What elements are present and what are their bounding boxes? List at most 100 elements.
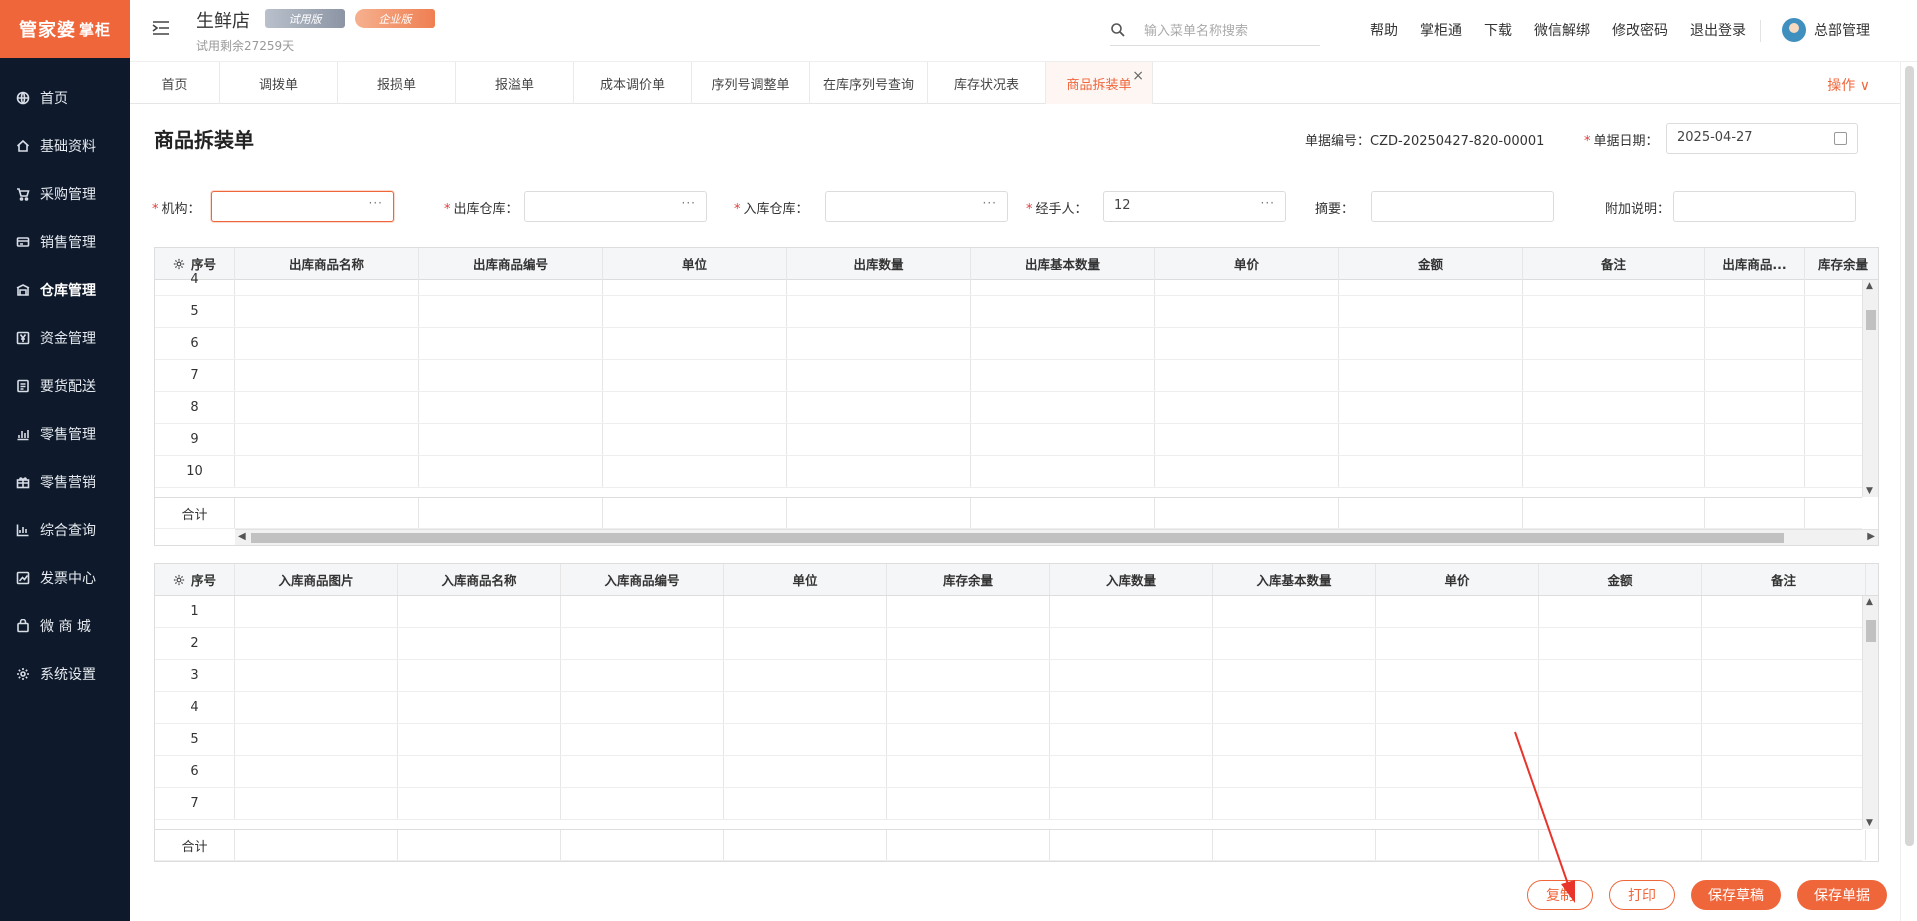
operations-menu[interactable]: 操作 ∨ (1827, 75, 1870, 95)
table-row[interactable]: 9 (155, 424, 1862, 456)
column-header[interactable]: 金额 (1539, 564, 1702, 595)
page-scroll-thumb[interactable] (1905, 66, 1914, 846)
out-warehouse-picker-icon[interactable]: ··· (682, 196, 696, 210)
table-cell[interactable] (1705, 328, 1805, 359)
table-cell[interactable] (235, 660, 398, 691)
table-cell[interactable] (1339, 264, 1523, 295)
table-cell[interactable] (1339, 296, 1523, 327)
table-cell[interactable] (603, 328, 787, 359)
app-logo[interactable]: 管家婆 掌柜 (0, 0, 130, 58)
table-cell[interactable] (1339, 456, 1523, 487)
vertical-scrollbar[interactable]: ▲ ▼ (1862, 280, 1878, 497)
table-cell[interactable] (398, 756, 561, 787)
sidebar-item-4[interactable]: 仓库管理 (0, 266, 130, 314)
table-cell[interactable] (724, 756, 887, 787)
table-cell[interactable] (1339, 360, 1523, 391)
table-cell[interactable] (971, 296, 1155, 327)
table-cell[interactable] (1213, 788, 1376, 819)
table-cell[interactable] (1705, 264, 1805, 295)
table-row[interactable]: 7 (155, 788, 1866, 820)
table-cell[interactable] (419, 456, 603, 487)
table-cell[interactable] (1213, 596, 1376, 627)
table-cell[interactable] (1702, 628, 1866, 659)
table-cell[interactable] (724, 660, 887, 691)
table-cell[interactable] (561, 660, 724, 691)
table-cell[interactable] (1539, 724, 1702, 755)
table-cell[interactable] (398, 596, 561, 627)
table-cell[interactable] (398, 628, 561, 659)
table-cell[interactable] (235, 596, 398, 627)
table-cell[interactable] (1705, 360, 1805, 391)
tab-3[interactable]: 报溢单 (456, 62, 574, 104)
table-cell[interactable] (419, 424, 603, 455)
table-cell[interactable] (1213, 724, 1376, 755)
save-draft-button[interactable]: 保存草稿 (1691, 880, 1781, 910)
column-header[interactable]: 单位 (724, 564, 887, 595)
sidebar-item-1[interactable]: 基础资料 (0, 122, 130, 170)
scroll-left-icon[interactable]: ◀ (238, 531, 246, 542)
tab-7[interactable]: 库存状况表 (928, 62, 1046, 104)
table-cell[interactable] (1539, 660, 1702, 691)
table-cell[interactable] (235, 628, 398, 659)
table-cell[interactable] (1050, 724, 1213, 755)
column-header[interactable]: 备注 (1702, 564, 1866, 595)
table-cell[interactable] (398, 724, 561, 755)
table-cell[interactable] (1376, 692, 1539, 723)
tab-6[interactable]: 在库序列号查询 (810, 62, 928, 104)
sidebar-item-2[interactable]: 采购管理 (0, 170, 130, 218)
table-cell[interactable] (1339, 424, 1523, 455)
table-cell[interactable] (398, 692, 561, 723)
table-row[interactable]: 8 (155, 392, 1862, 424)
column-header[interactable]: 入库商品编号 (561, 564, 724, 595)
table-cell[interactable] (1213, 660, 1376, 691)
table-cell[interactable] (235, 264, 419, 295)
table-cell[interactable] (1705, 296, 1805, 327)
copy-button[interactable]: 复制 (1527, 880, 1593, 910)
column-settings-icon[interactable] (173, 574, 185, 586)
search-input[interactable] (1144, 20, 1314, 42)
tab-2[interactable]: 报损单 (338, 62, 456, 104)
in-warehouse-picker-icon[interactable]: ··· (983, 196, 997, 210)
table-cell[interactable] (887, 660, 1050, 691)
sidebar-item-5[interactable]: 资金管理 (0, 314, 130, 362)
table-cell[interactable] (1339, 328, 1523, 359)
table-cell[interactable] (1705, 392, 1805, 423)
page-scrollbar[interactable] (1900, 62, 1917, 921)
table-cell[interactable] (1523, 328, 1705, 359)
table-cell[interactable] (603, 456, 787, 487)
hscroll-thumb[interactable] (251, 533, 1784, 543)
sidebar-item-11[interactable]: 微 商 城 (0, 602, 130, 650)
sidebar-item-6[interactable]: 要货配送 (0, 362, 130, 410)
table-cell[interactable] (724, 724, 887, 755)
table-cell[interactable] (887, 596, 1050, 627)
scroll-up-icon[interactable]: ▲ (1866, 281, 1873, 291)
table-cell[interactable] (235, 456, 419, 487)
sidebar-item-8[interactable]: 零售营销 (0, 458, 130, 506)
org-field[interactable]: ··· (211, 191, 394, 222)
table-row[interactable]: 10 (155, 456, 1862, 488)
close-icon[interactable]: × (1132, 68, 1144, 84)
table-cell[interactable] (1155, 424, 1339, 455)
handler-picker-icon[interactable]: ··· (1261, 196, 1275, 210)
table-cell[interactable] (887, 788, 1050, 819)
column-header[interactable]: 入库基本数量 (1213, 564, 1376, 595)
table-cell[interactable] (1702, 724, 1866, 755)
table-cell[interactable] (1050, 756, 1213, 787)
table-row[interactable]: 4 (155, 692, 1866, 724)
table-row[interactable]: 1 (155, 596, 1866, 628)
table-cell[interactable] (603, 424, 787, 455)
tab-5[interactable]: 序列号调整单 (692, 62, 810, 104)
table-cell[interactable] (787, 424, 971, 455)
column-header[interactable]: 入库商品图片 (235, 564, 398, 595)
table-cell[interactable] (971, 392, 1155, 423)
in-warehouse-field[interactable]: ··· (825, 191, 1008, 222)
table-cell[interactable] (971, 360, 1155, 391)
header-link-3[interactable]: 微信解绑 (1534, 20, 1590, 40)
table-cell[interactable] (419, 360, 603, 391)
horizontal-scrollbar[interactable]: ◀ ▶ (235, 529, 1878, 545)
table-cell[interactable] (1539, 788, 1702, 819)
column-header[interactable]: 库存余量 (887, 564, 1050, 595)
column-header[interactable]: 入库商品名称 (398, 564, 561, 595)
table-cell[interactable] (1155, 456, 1339, 487)
table-cell[interactable] (235, 692, 398, 723)
